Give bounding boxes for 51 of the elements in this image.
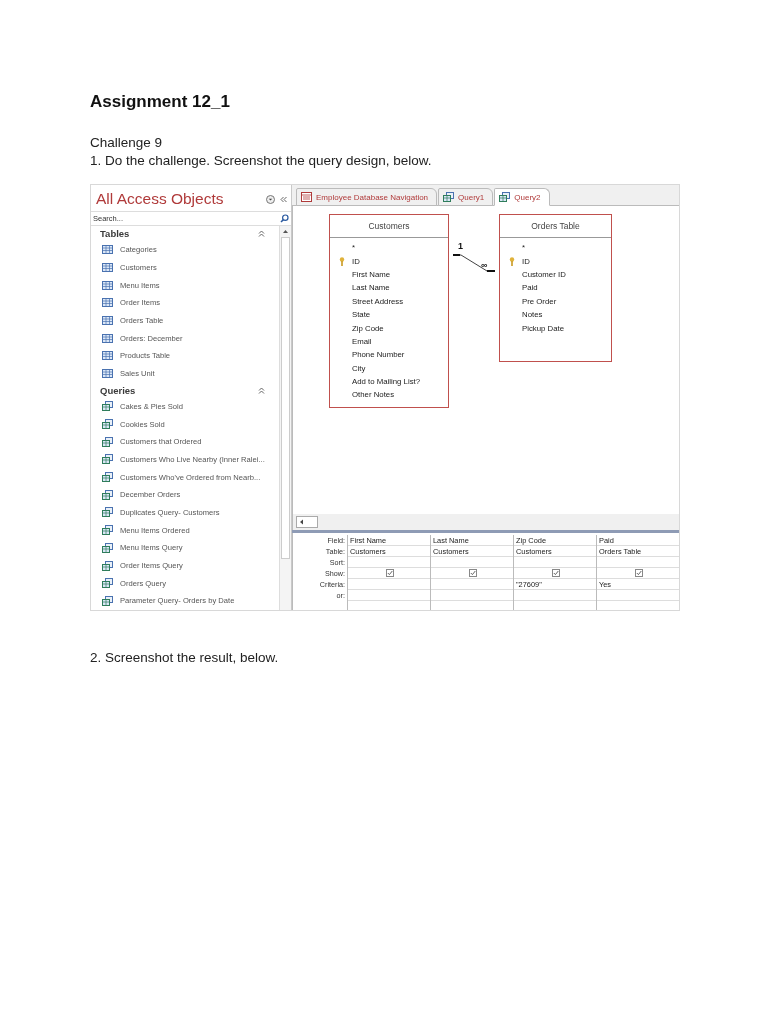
assignment-title: Assignment 12_1 xyxy=(90,92,231,112)
key-icon xyxy=(339,256,345,266)
field-list-title: Customers xyxy=(330,215,448,238)
table-icon xyxy=(102,263,113,273)
dropdown-icon[interactable] xyxy=(266,194,275,204)
query-icon xyxy=(443,192,455,202)
form-icon xyxy=(301,192,312,202)
scrollbar[interactable] xyxy=(279,226,291,610)
instruction-text: 2. Screenshot the result, below. xyxy=(90,649,280,667)
query-icon xyxy=(102,542,113,553)
show-checkbox[interactable] xyxy=(469,569,477,577)
collapse-icon[interactable] xyxy=(258,230,265,237)
table-icon xyxy=(102,280,113,290)
query-icon xyxy=(102,507,113,518)
scroll-left-button[interactable] xyxy=(296,516,318,528)
show-checkbox[interactable] xyxy=(386,569,394,577)
challenge-label: Challenge 9 xyxy=(90,134,164,152)
query-icon xyxy=(102,419,113,430)
query-icon xyxy=(102,560,113,571)
one-label: 1 xyxy=(458,241,463,251)
key-icon xyxy=(509,256,515,266)
collapse-icon[interactable] xyxy=(280,195,287,203)
query-icon xyxy=(102,489,113,500)
document-tab[interactable]: Query1 xyxy=(438,188,494,206)
query-icon xyxy=(102,436,113,447)
table-icon xyxy=(102,369,113,379)
pane-title: All Access Objects xyxy=(96,190,224,208)
table-icon xyxy=(102,245,113,255)
collapse-icon[interactable] xyxy=(258,386,265,394)
query-icon xyxy=(102,472,113,483)
many-label: ∞ xyxy=(481,260,488,270)
group-header[interactable]: Tables xyxy=(100,228,130,239)
query-icon xyxy=(102,454,113,465)
query-icon xyxy=(102,595,113,606)
table-icon xyxy=(102,316,113,326)
query-icon xyxy=(102,401,113,412)
document-tab[interactable]: Employee Database Navigation xyxy=(296,188,438,206)
query-icon xyxy=(102,578,113,589)
query-icon xyxy=(499,192,511,202)
table-icon xyxy=(102,298,113,308)
show-checkbox[interactable] xyxy=(635,569,643,577)
show-checkbox[interactable] xyxy=(552,569,560,577)
instruction-text: 1. Do the challenge. Screenshot the query design, below. xyxy=(90,152,433,170)
search-icon[interactable] xyxy=(280,214,289,223)
query-icon xyxy=(102,525,113,536)
document-tab[interactable]: Query2 xyxy=(494,188,550,206)
scroll-left-icon[interactable] xyxy=(299,519,304,525)
table-icon xyxy=(102,351,113,361)
field-list-title: Orders Table xyxy=(500,215,611,238)
table-icon xyxy=(102,333,113,343)
group-header[interactable]: Queries xyxy=(100,384,136,396)
